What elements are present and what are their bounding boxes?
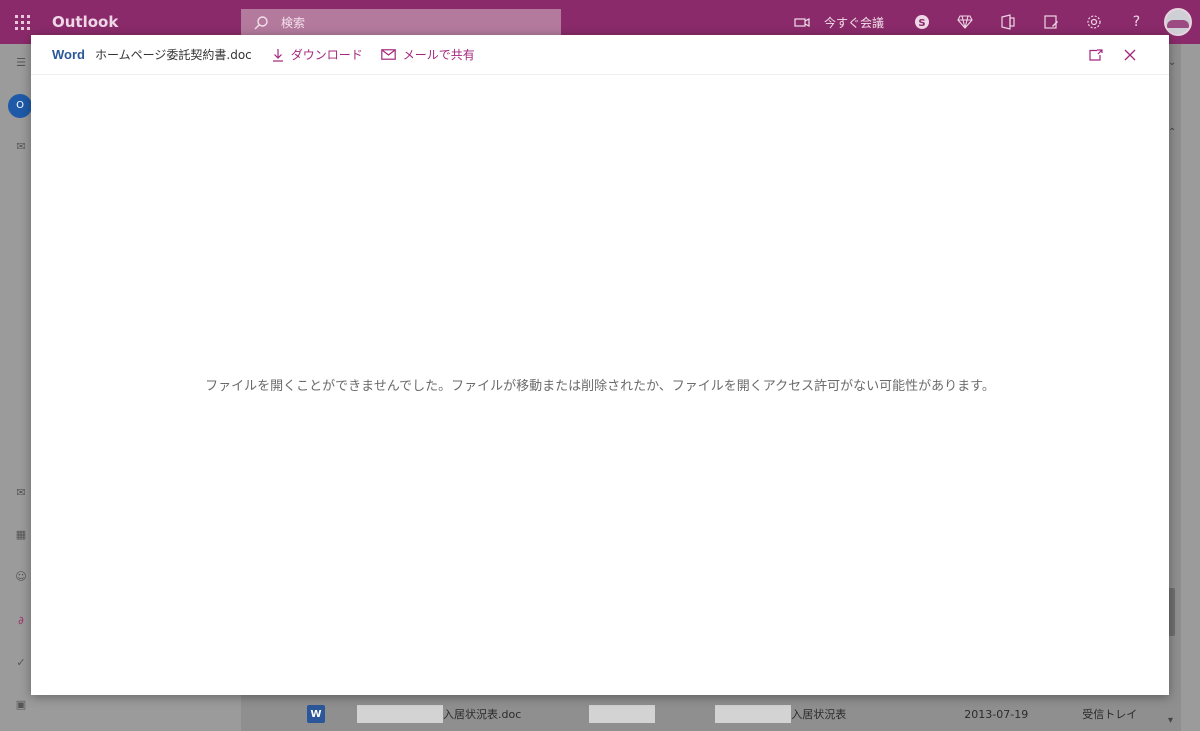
close-button[interactable] xyxy=(1113,49,1147,61)
left-rail: ☰ O ✉ ✉ ▦ ☺ ∂ ✓ ▣ xyxy=(0,44,32,731)
chevron-up-icon[interactable]: ⌃ xyxy=(1168,127,1176,138)
popout-icon xyxy=(1089,49,1103,61)
download-icon xyxy=(272,48,283,62)
message-date: 2013-07-19 xyxy=(964,707,1029,721)
chevron-down-icon[interactable]: ⌄ xyxy=(1168,57,1176,68)
message-folder: 受信トレイ xyxy=(1082,708,1138,721)
attachment-icon[interactable]: ∂ xyxy=(13,614,29,627)
people-icon[interactable]: ☺ xyxy=(13,570,29,583)
avatar[interactable] xyxy=(1164,8,1192,36)
search-box[interactable]: 検索 xyxy=(241,9,561,36)
open-in-new-window-button[interactable] xyxy=(1079,49,1113,61)
word-file-icon: W xyxy=(307,705,325,723)
calendar-icon[interactable]: ▦ xyxy=(13,528,29,541)
redacted-text xyxy=(715,705,792,723)
search-icon xyxy=(253,15,269,31)
hamburger-menu-icon[interactable]: ☰ xyxy=(13,56,29,69)
table-row[interactable]: W 入居状況表.doc 入居状況表 2013-07-19 受信トレイ xyxy=(241,697,1181,731)
redacted-text xyxy=(357,705,443,723)
mail-outline-icon[interactable]: ✉ xyxy=(13,140,29,153)
mail-icon xyxy=(380,49,396,60)
redacted-text xyxy=(589,705,656,723)
todo-check-icon[interactable]: ✓ xyxy=(13,656,29,669)
meet-now-label: 今すぐ会議 xyxy=(823,15,884,30)
app-title[interactable]: Outlook xyxy=(52,13,240,31)
svg-text:S: S xyxy=(918,18,925,29)
close-icon xyxy=(1124,49,1136,61)
share-by-email-button[interactable]: メールで共有 xyxy=(380,46,475,63)
waffle-icon xyxy=(14,14,30,30)
message-subject: 入居状況表 xyxy=(791,708,847,721)
share-label: メールで共有 xyxy=(402,48,475,62)
file-name: ホームページ委託契約書.doc xyxy=(94,48,252,62)
error-message: ファイルを開くことができませんでした。ファイルが移動または削除されたか、ファイル… xyxy=(205,379,995,394)
attachment-file-name: 入居状況表.doc xyxy=(443,708,522,721)
app-type-label: Word xyxy=(52,47,85,62)
mail-icon[interactable]: ✉ xyxy=(13,486,29,499)
search-input[interactable]: 検索 xyxy=(281,14,305,31)
notes-icon[interactable]: ▣ xyxy=(13,698,29,711)
video-camera-icon xyxy=(794,18,810,27)
meet-now-button[interactable]: 今すぐ会議 xyxy=(794,14,884,31)
file-viewer-dialog: Word ホームページ委託契約書.doc ダウンロード メールで共有 ファイルを… xyxy=(31,35,1169,695)
viewer-header: Word ホームページ委託契約書.doc ダウンロード メールで共有 xyxy=(31,35,1169,75)
download-label: ダウンロード xyxy=(290,48,363,62)
outlook-logo-icon[interactable]: O xyxy=(8,94,32,118)
download-button[interactable]: ダウンロード xyxy=(272,46,363,63)
